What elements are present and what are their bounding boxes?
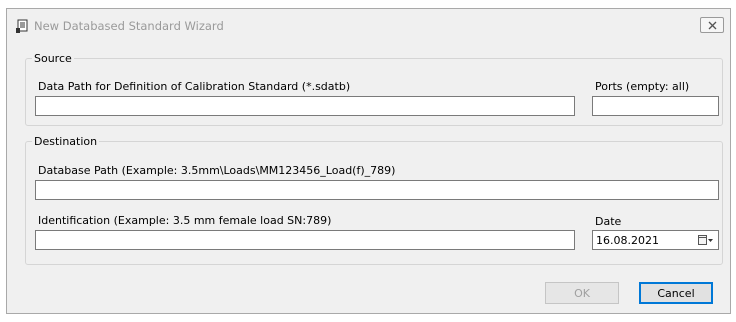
data-path-label: Data Path for Definition of Calibration … <box>38 80 351 93</box>
date-value: 16.08.2021 <box>596 233 659 247</box>
database-path-label: Database Path (Example: 3.5mm\Loads\MM12… <box>38 164 396 177</box>
calendar-dropdown-icon[interactable] <box>698 234 714 246</box>
title-bar[interactable]: New Databased Standard Wizard <box>7 9 730 41</box>
window-title: New Databased Standard Wizard <box>34 19 224 33</box>
date-picker[interactable]: 16.08.2021 <box>592 230 719 250</box>
identification-label: Identification (Example: 3.5 mm female l… <box>38 214 332 227</box>
ports-input[interactable] <box>592 96 719 116</box>
cancel-button[interactable]: Cancel <box>639 282 713 304</box>
source-legend: Source <box>34 52 72 65</box>
data-path-input[interactable] <box>35 96 575 116</box>
database-path-input[interactable] <box>35 180 719 200</box>
date-label: Date <box>595 215 622 228</box>
close-button[interactable] <box>700 17 724 33</box>
destination-legend: Destination <box>34 135 98 148</box>
wizard-window: New Databased Standard Wizard Source Dat… <box>6 8 731 314</box>
document-icon <box>15 19 29 34</box>
ok-button[interactable]: OK <box>545 282 619 304</box>
identification-input[interactable] <box>35 230 575 250</box>
ports-label: Ports (empty: all) <box>595 80 690 93</box>
